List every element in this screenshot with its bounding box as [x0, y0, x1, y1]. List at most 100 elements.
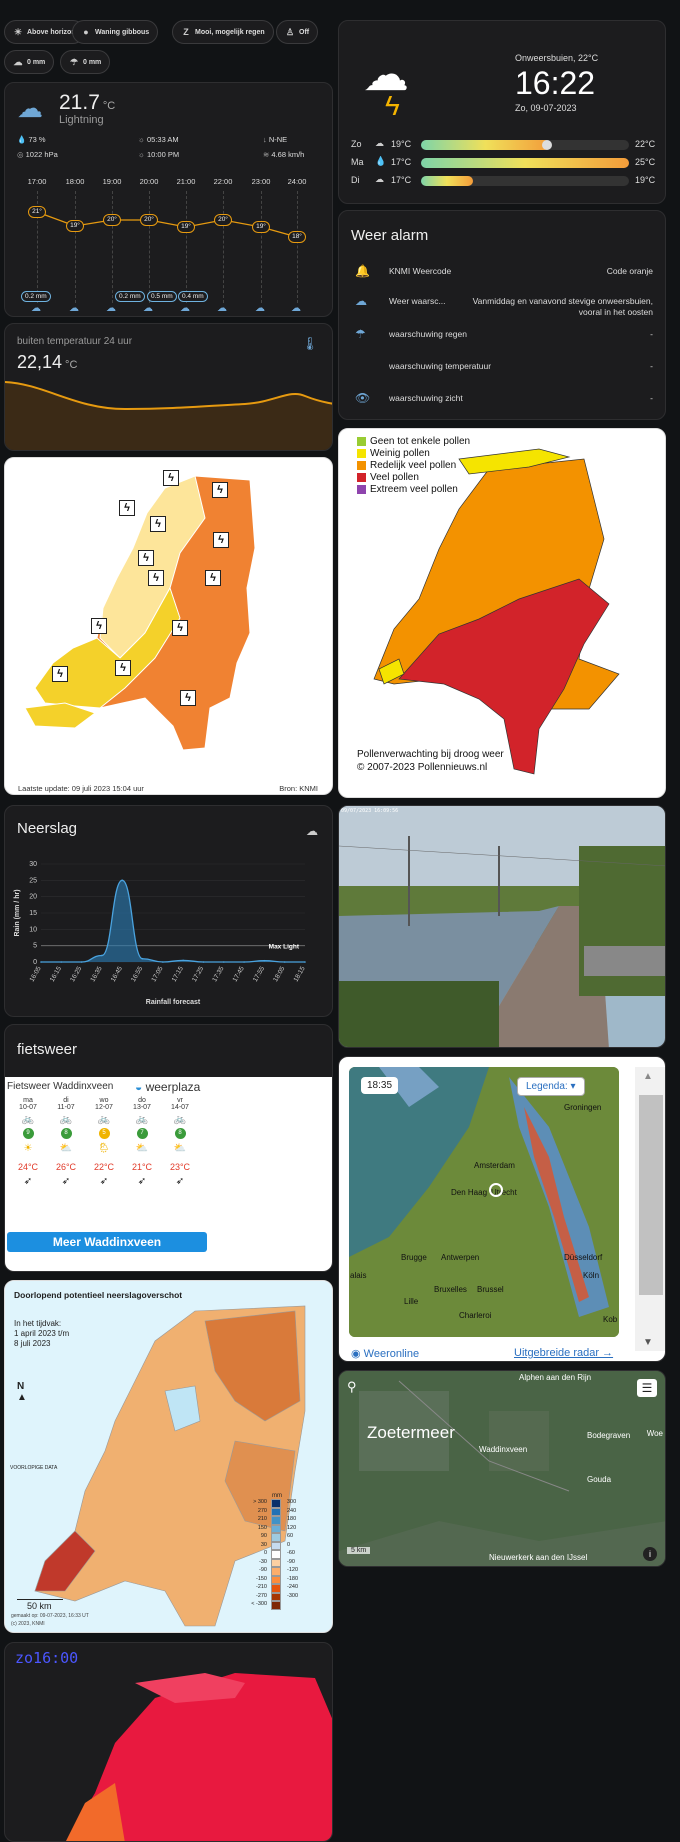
legend-right-value: 180: [287, 1516, 297, 1522]
satellite-map-card[interactable]: ⚲ ☰ Alphen aan den Rijn Zoetermeer Bodeg…: [338, 1370, 666, 1567]
rain-icon: ☂: [355, 327, 366, 341]
pollen-footer: Pollenverwachting bij droog weer: [357, 749, 504, 760]
bicycle-icon: 🚲: [21, 1114, 35, 1125]
rain-point: [101, 954, 103, 957]
rain-cloud-icon: ☁: [143, 303, 153, 314]
alarm-row-weercode[interactable]: 🔔 KNMI Weercode Code oranje: [351, 263, 653, 281]
chip-forecast[interactable]: Z Mooi, mogelijk regen: [172, 20, 274, 44]
scrollbar-thumb[interactable]: [639, 1095, 663, 1295]
day-high: 22°C: [635, 139, 656, 149]
weather-forecast-card[interactable]: ☁ 21.7 °C Lightning 💧 73 % ☼ 05:33 AM ↓ N…: [4, 82, 333, 317]
fietsweer-day: ma 10-07 🚲 9 ☀ 24°C ➶: [9, 1097, 47, 1187]
legend-swatch: [271, 1567, 281, 1576]
precipitation-surplus-map-card[interactable]: Doorlopend potentieel neerslagoverschot …: [4, 1280, 333, 1633]
alarm-row-rain[interactable]: ☂ waarschuwing regen -: [351, 326, 653, 344]
day-temp-fill: [421, 176, 473, 186]
webcam-card[interactable]: 09/07/2023 16:09:56: [338, 805, 666, 1048]
alarm-row-temperature[interactable]: waarschuwing temperatuur -: [351, 358, 653, 376]
y-tick-label: 10: [29, 926, 37, 933]
clock-condition: Onweersbuien, 22°C: [515, 53, 599, 63]
current-temp-marker: [541, 140, 552, 150]
scroll-up-icon[interactable]: ▲: [643, 1071, 653, 1082]
weather-alarm-card[interactable]: Weer alarm 🔔 KNMI Weercode Code oranje ☁ We…: [338, 210, 666, 420]
fietsweer-widget: Fietsweer Waddinxveen ◒ weerplaza Meer W…: [5, 1077, 332, 1271]
hourly-temp: 19°: [177, 221, 195, 233]
legend-swatch: [357, 472, 366, 482]
moon-icon: ●: [83, 27, 89, 37]
knmi-warning-map-card[interactable]: Laatste update: 09 juli 2023 15:04 uur B…: [4, 457, 333, 795]
legend-right-value: -120: [287, 1567, 299, 1573]
chip-rain-today[interactable]: ☁ 0 mm: [4, 50, 55, 74]
webcam-timestamp: 09/07/2023 16:09:56: [341, 808, 399, 814]
legend-swatch: [271, 1584, 281, 1593]
outside-temperature-card[interactable]: buiten temperatuur 24 uur 22,14 °C 🌡: [4, 323, 333, 451]
lightning-warning-icon: ϟ: [172, 620, 188, 636]
legend-left-value: -150: [255, 1575, 267, 1582]
legend-swatch: [357, 460, 366, 470]
legend-swatch: [271, 1592, 281, 1601]
hourly-rain: 0.4 mm: [178, 291, 208, 302]
weather-icon: ⛅: [135, 1143, 149, 1154]
legend-label: Redelijk veel pollen: [370, 459, 457, 471]
alarm-row-warning[interactable]: ☁ Weer waarsc... Vanmiddag en vanavond ste…: [351, 293, 653, 323]
info-icon[interactable]: i: [643, 1547, 657, 1561]
rain-cloud-icon: ☁: [69, 303, 79, 314]
rain-point: [182, 959, 184, 962]
day-weather-icon: ☁: [375, 138, 384, 148]
fietsweer-score: 9: [22, 1128, 34, 1139]
radar-scrollbar[interactable]: ▲ ▼: [635, 1067, 665, 1351]
hour-label: 18:00: [65, 177, 85, 186]
chip-moon[interactable]: ● Waning gibbous: [72, 20, 159, 44]
rain-point: [283, 961, 286, 963]
x-tick-label: 17:25: [191, 965, 205, 983]
hourly-temp: 19°: [252, 221, 270, 233]
legend-left-value: 150: [257, 1524, 267, 1531]
fietsweer-card[interactable]: fietsweer Fietsweer Waddinxveen ◒ weerpl…: [4, 1024, 333, 1272]
alarm-row-visibility[interactable]: 👁 waarschuwing zicht -: [351, 390, 653, 408]
legend-swatch: [357, 448, 366, 458]
hourly-rain: 0.5 mm: [147, 291, 177, 302]
weeronline-logo[interactable]: ◉ Weeronline: [351, 1347, 419, 1360]
clock-forecast-card[interactable]: ☁ ϟ Onweersbuien, 22°C 16:22 Zo, 09-07-20…: [338, 20, 666, 204]
day-label: Zo: [351, 139, 362, 149]
threshold-label: Max Light: [269, 944, 300, 951]
outside-temp-graph: [5, 381, 332, 450]
pollen-legend-item: Veel pollen: [357, 471, 470, 483]
x-tick-label: 17:55: [252, 965, 266, 983]
pollen-legend-item: Geen tot enkele pollen: [357, 435, 470, 447]
day-high: 19°C: [635, 175, 656, 185]
radar-card[interactable]: 18:35 Legenda: ▾ Groningen Amsterdam Den…: [338, 1056, 666, 1362]
scroll-down-icon[interactable]: ▼: [643, 1337, 653, 1348]
lightning-warning-icon: ϟ: [52, 666, 68, 682]
pollen-legend: Geen tot enkele pollen Weinig pollen Redel…: [357, 435, 470, 495]
satellite-map: [339, 1371, 665, 1566]
bicycle-icon: 🚲: [173, 1114, 187, 1125]
rain-area: [41, 880, 305, 962]
more-waddinxveen-button[interactable]: Meer Waddinxveen: [7, 1232, 207, 1252]
chip-rain-rate[interactable]: ☂ 0 mm: [60, 50, 111, 74]
rain-point: [202, 961, 205, 963]
fietsweer-temp: 26°C: [55, 1162, 77, 1172]
menu-icon[interactable]: ☰: [637, 1379, 657, 1397]
legend-swatch: [271, 1533, 281, 1542]
lightning-warning-icon: ϟ: [148, 570, 164, 586]
pollen-map-card[interactable]: Geen tot enkele pollen Weinig pollen Redel…: [338, 428, 666, 798]
hour-divider: [223, 191, 224, 303]
legend-swatch: [271, 1550, 281, 1559]
rainfall-chart: 0 5 10 15 20 25 30 Max Light 16:05 16:15 16:25 16:3…: [14, 861, 307, 1006]
pollen-copyright: © 2007-2023 Pollennieuws.nl: [357, 762, 488, 773]
y-tick-label: 0: [33, 959, 37, 966]
hourly-temp: 19°: [66, 220, 84, 232]
extended-radar-link[interactable]: Uitgebreide radar →: [514, 1347, 613, 1359]
hourly-temp: 20°: [140, 214, 158, 226]
hour-label: 19:00: [102, 177, 122, 186]
chip-person[interactable]: ♙ Off: [276, 20, 319, 44]
uv-map-card[interactable]: zo16:00: [4, 1642, 333, 1842]
legend-swatch: [271, 1499, 281, 1508]
hour-divider: [297, 191, 298, 303]
neerslag-card[interactable]: Neerslag ☁ 0 5 10 15 20 25 30 Max Light 16:05 16:…: [4, 805, 333, 1017]
hour-divider: [75, 191, 76, 303]
rain-cloud-icon: ☁: [106, 303, 116, 314]
location-icon[interactable]: ⚲: [347, 1379, 357, 1395]
radar-legend-button[interactable]: Legenda: ▾: [517, 1077, 585, 1096]
